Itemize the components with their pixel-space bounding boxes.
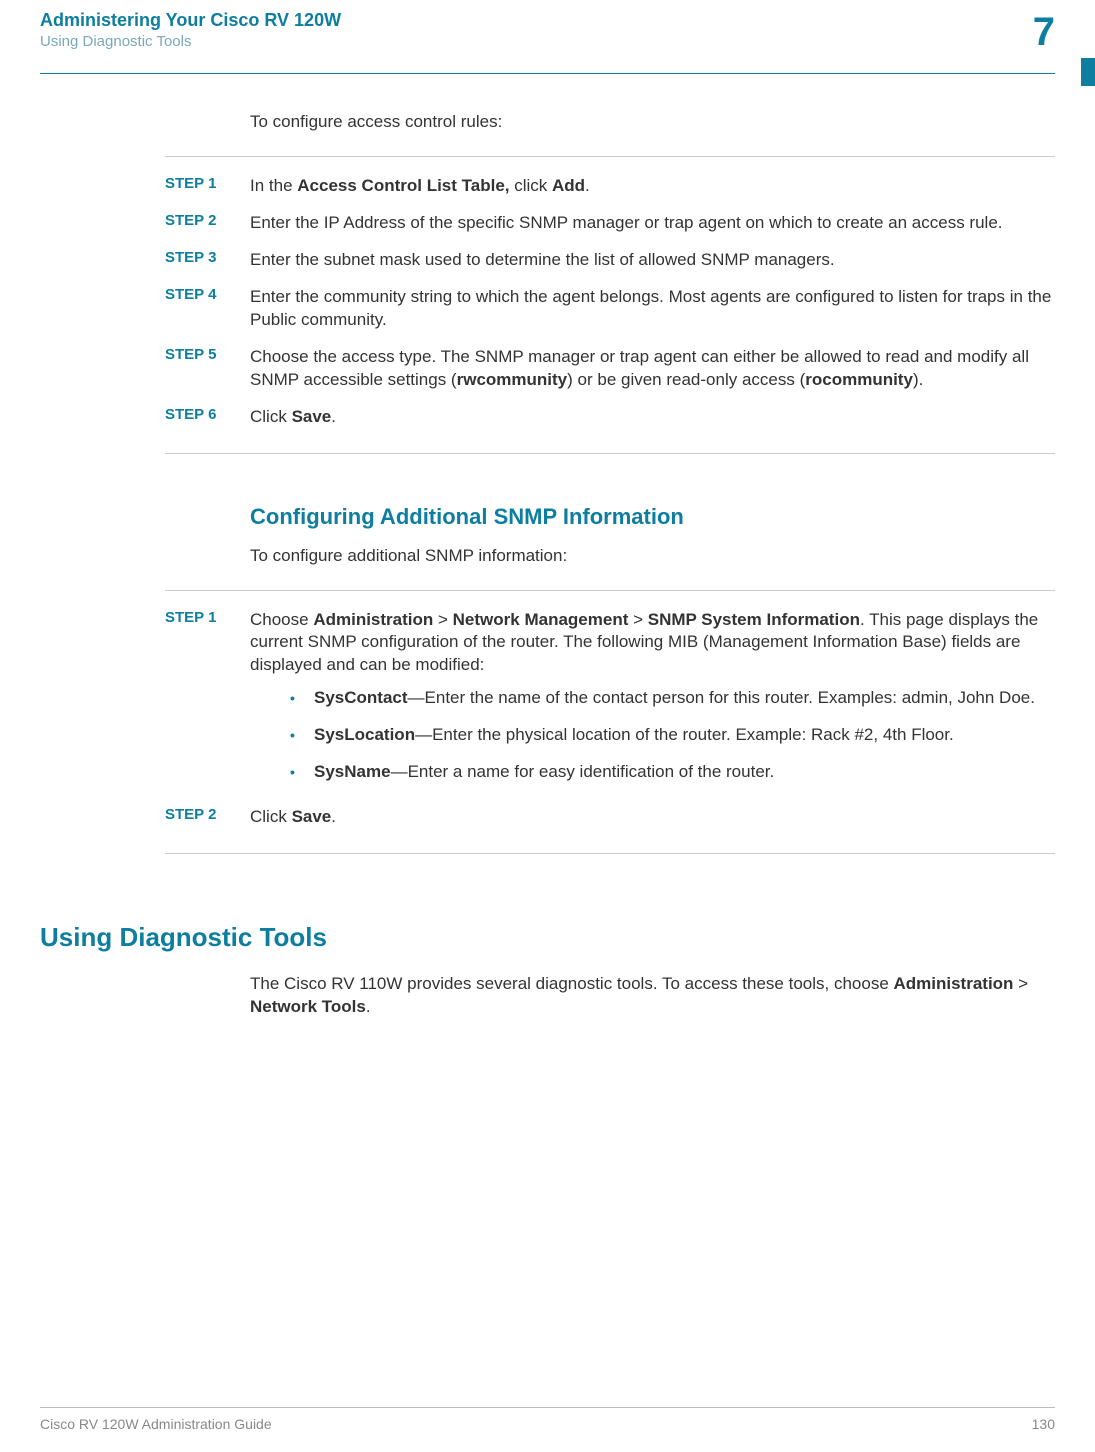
section2-step-2: STEP 2 Click Save. bbox=[40, 806, 1055, 829]
text-bold: Network Tools bbox=[250, 997, 366, 1016]
step-text: In the Access Control List Table, click … bbox=[250, 175, 1055, 198]
bullet-item: • SysLocation—Enter the physical locatio… bbox=[290, 724, 1055, 747]
step-5: STEP 5 Choose the access type. The SNMP … bbox=[40, 346, 1055, 392]
bullet-mark-icon: • bbox=[290, 687, 314, 710]
bullet-bold: SysContact bbox=[314, 688, 408, 707]
bullet-text: SysContact—Enter the name of the contact… bbox=[314, 687, 1055, 710]
text-part: ) or be given read-only access ( bbox=[567, 370, 805, 389]
bullet-text: SysName—Enter a name for easy identifica… bbox=[314, 761, 1055, 784]
text-bold: SNMP System Information bbox=[648, 610, 860, 629]
section1-steps: STEP 1 In the Access Control List Table,… bbox=[40, 175, 1055, 429]
section3-body: The Cisco RV 110W provides several diagn… bbox=[250, 973, 1055, 1019]
step-label: STEP 4 bbox=[40, 286, 250, 303]
bullet-item: • SysName—Enter a name for easy identifi… bbox=[290, 761, 1055, 784]
text-part: click bbox=[510, 176, 553, 195]
bullet-rest: —Enter a name for easy identification of… bbox=[391, 762, 775, 781]
text-bold: Save bbox=[292, 407, 332, 426]
text-part: . bbox=[331, 407, 336, 426]
text-bold: rocommunity bbox=[805, 370, 913, 389]
step-2: STEP 2 Enter the IP Address of the speci… bbox=[40, 212, 1055, 235]
step-rule-top-1 bbox=[165, 156, 1055, 157]
step-label: STEP 6 bbox=[40, 406, 250, 423]
page-content: To configure access control rules: STEP … bbox=[0, 112, 1095, 1019]
text-part: > bbox=[628, 610, 647, 629]
text-bold: rwcommunity bbox=[457, 370, 568, 389]
step-text: Enter the community string to which the … bbox=[250, 286, 1055, 332]
section2-step-1: STEP 1 Choose Administration > Network M… bbox=[40, 609, 1055, 799]
step-6: STEP 6 Click Save. bbox=[40, 406, 1055, 429]
text-bold: Save bbox=[292, 807, 332, 826]
footer-left: Cisco RV 120W Administration Guide bbox=[40, 1416, 272, 1432]
step-label: STEP 2 bbox=[40, 806, 250, 823]
section1-intro: To configure access control rules: bbox=[250, 112, 1055, 132]
header-subtitle: Using Diagnostic Tools bbox=[40, 33, 341, 50]
text-part: ). bbox=[913, 370, 923, 389]
text-part: . bbox=[366, 997, 371, 1016]
step-rule-bottom-2 bbox=[165, 853, 1055, 854]
bullet-bold: SysName bbox=[314, 762, 391, 781]
text-bold: Add bbox=[552, 176, 585, 195]
step-3: STEP 3 Enter the subnet mask used to det… bbox=[40, 249, 1055, 272]
section2-intro: To configure additional SNMP information… bbox=[250, 546, 1055, 566]
section2-heading: Configuring Additional SNMP Information bbox=[250, 504, 1055, 530]
step-label: STEP 5 bbox=[40, 346, 250, 363]
step-label: STEP 3 bbox=[40, 249, 250, 266]
text-part: In the bbox=[250, 176, 297, 195]
step-rule-bottom-1 bbox=[165, 453, 1055, 454]
step-4: STEP 4 Enter the community string to whi… bbox=[40, 286, 1055, 332]
header-left: Administering Your Cisco RV 120W Using D… bbox=[40, 10, 341, 50]
chapter-tab-icon bbox=[1081, 58, 1095, 86]
text-part: > bbox=[1013, 974, 1028, 993]
chapter-number-wrap: 7 bbox=[1015, 10, 1055, 55]
text-part: Choose bbox=[250, 610, 313, 629]
step-text: Enter the subnet mask used to determine … bbox=[250, 249, 1055, 272]
text-bold: Access Control List Table, bbox=[297, 176, 509, 195]
bullet-item: • SysContact—Enter the name of the conta… bbox=[290, 687, 1055, 710]
footer-page-number: 130 bbox=[1032, 1416, 1055, 1432]
step-label: STEP 1 bbox=[40, 175, 250, 192]
text-bold: Network Management bbox=[453, 610, 629, 629]
text-part: . bbox=[331, 807, 336, 826]
text-bold: Administration bbox=[313, 610, 433, 629]
bullet-rest: —Enter the name of the contact person fo… bbox=[408, 688, 1035, 707]
step-1: STEP 1 In the Access Control List Table,… bbox=[40, 175, 1055, 198]
text-part: The Cisco RV 110W provides several diagn… bbox=[250, 974, 894, 993]
text-part: Click bbox=[250, 807, 292, 826]
bullet-bold: SysLocation bbox=[314, 725, 415, 744]
text-part: > bbox=[433, 610, 452, 629]
step-rule-top-2 bbox=[165, 590, 1055, 591]
bullet-mark-icon: • bbox=[290, 761, 314, 784]
bullet-mark-icon: • bbox=[290, 724, 314, 747]
step-text: Click Save. bbox=[250, 406, 1055, 429]
step-text: Click Save. bbox=[250, 806, 1055, 829]
header-rule bbox=[40, 73, 1055, 74]
step-text: Choose the access type. The SNMP manager… bbox=[250, 346, 1055, 392]
bullet-rest: —Enter the physical location of the rout… bbox=[415, 725, 954, 744]
step-label: STEP 2 bbox=[40, 212, 250, 229]
text-part: . bbox=[585, 176, 590, 195]
step-text: Choose Administration > Network Manageme… bbox=[250, 609, 1055, 799]
section3-heading: Using Diagnostic Tools bbox=[40, 922, 1055, 953]
bullet-list: • SysContact—Enter the name of the conta… bbox=[290, 687, 1055, 784]
bullet-text: SysLocation—Enter the physical location … bbox=[314, 724, 1055, 747]
page-header: Administering Your Cisco RV 120W Using D… bbox=[0, 0, 1095, 55]
text-bold: Administration bbox=[894, 974, 1014, 993]
header-title: Administering Your Cisco RV 120W bbox=[40, 10, 341, 31]
step-text: Enter the IP Address of the specific SNM… bbox=[250, 212, 1055, 235]
text-part: Click bbox=[250, 407, 292, 426]
page-footer: Cisco RV 120W Administration Guide 130 bbox=[40, 1407, 1055, 1432]
chapter-number: 7 bbox=[1015, 10, 1055, 55]
step-label: STEP 1 bbox=[40, 609, 250, 626]
